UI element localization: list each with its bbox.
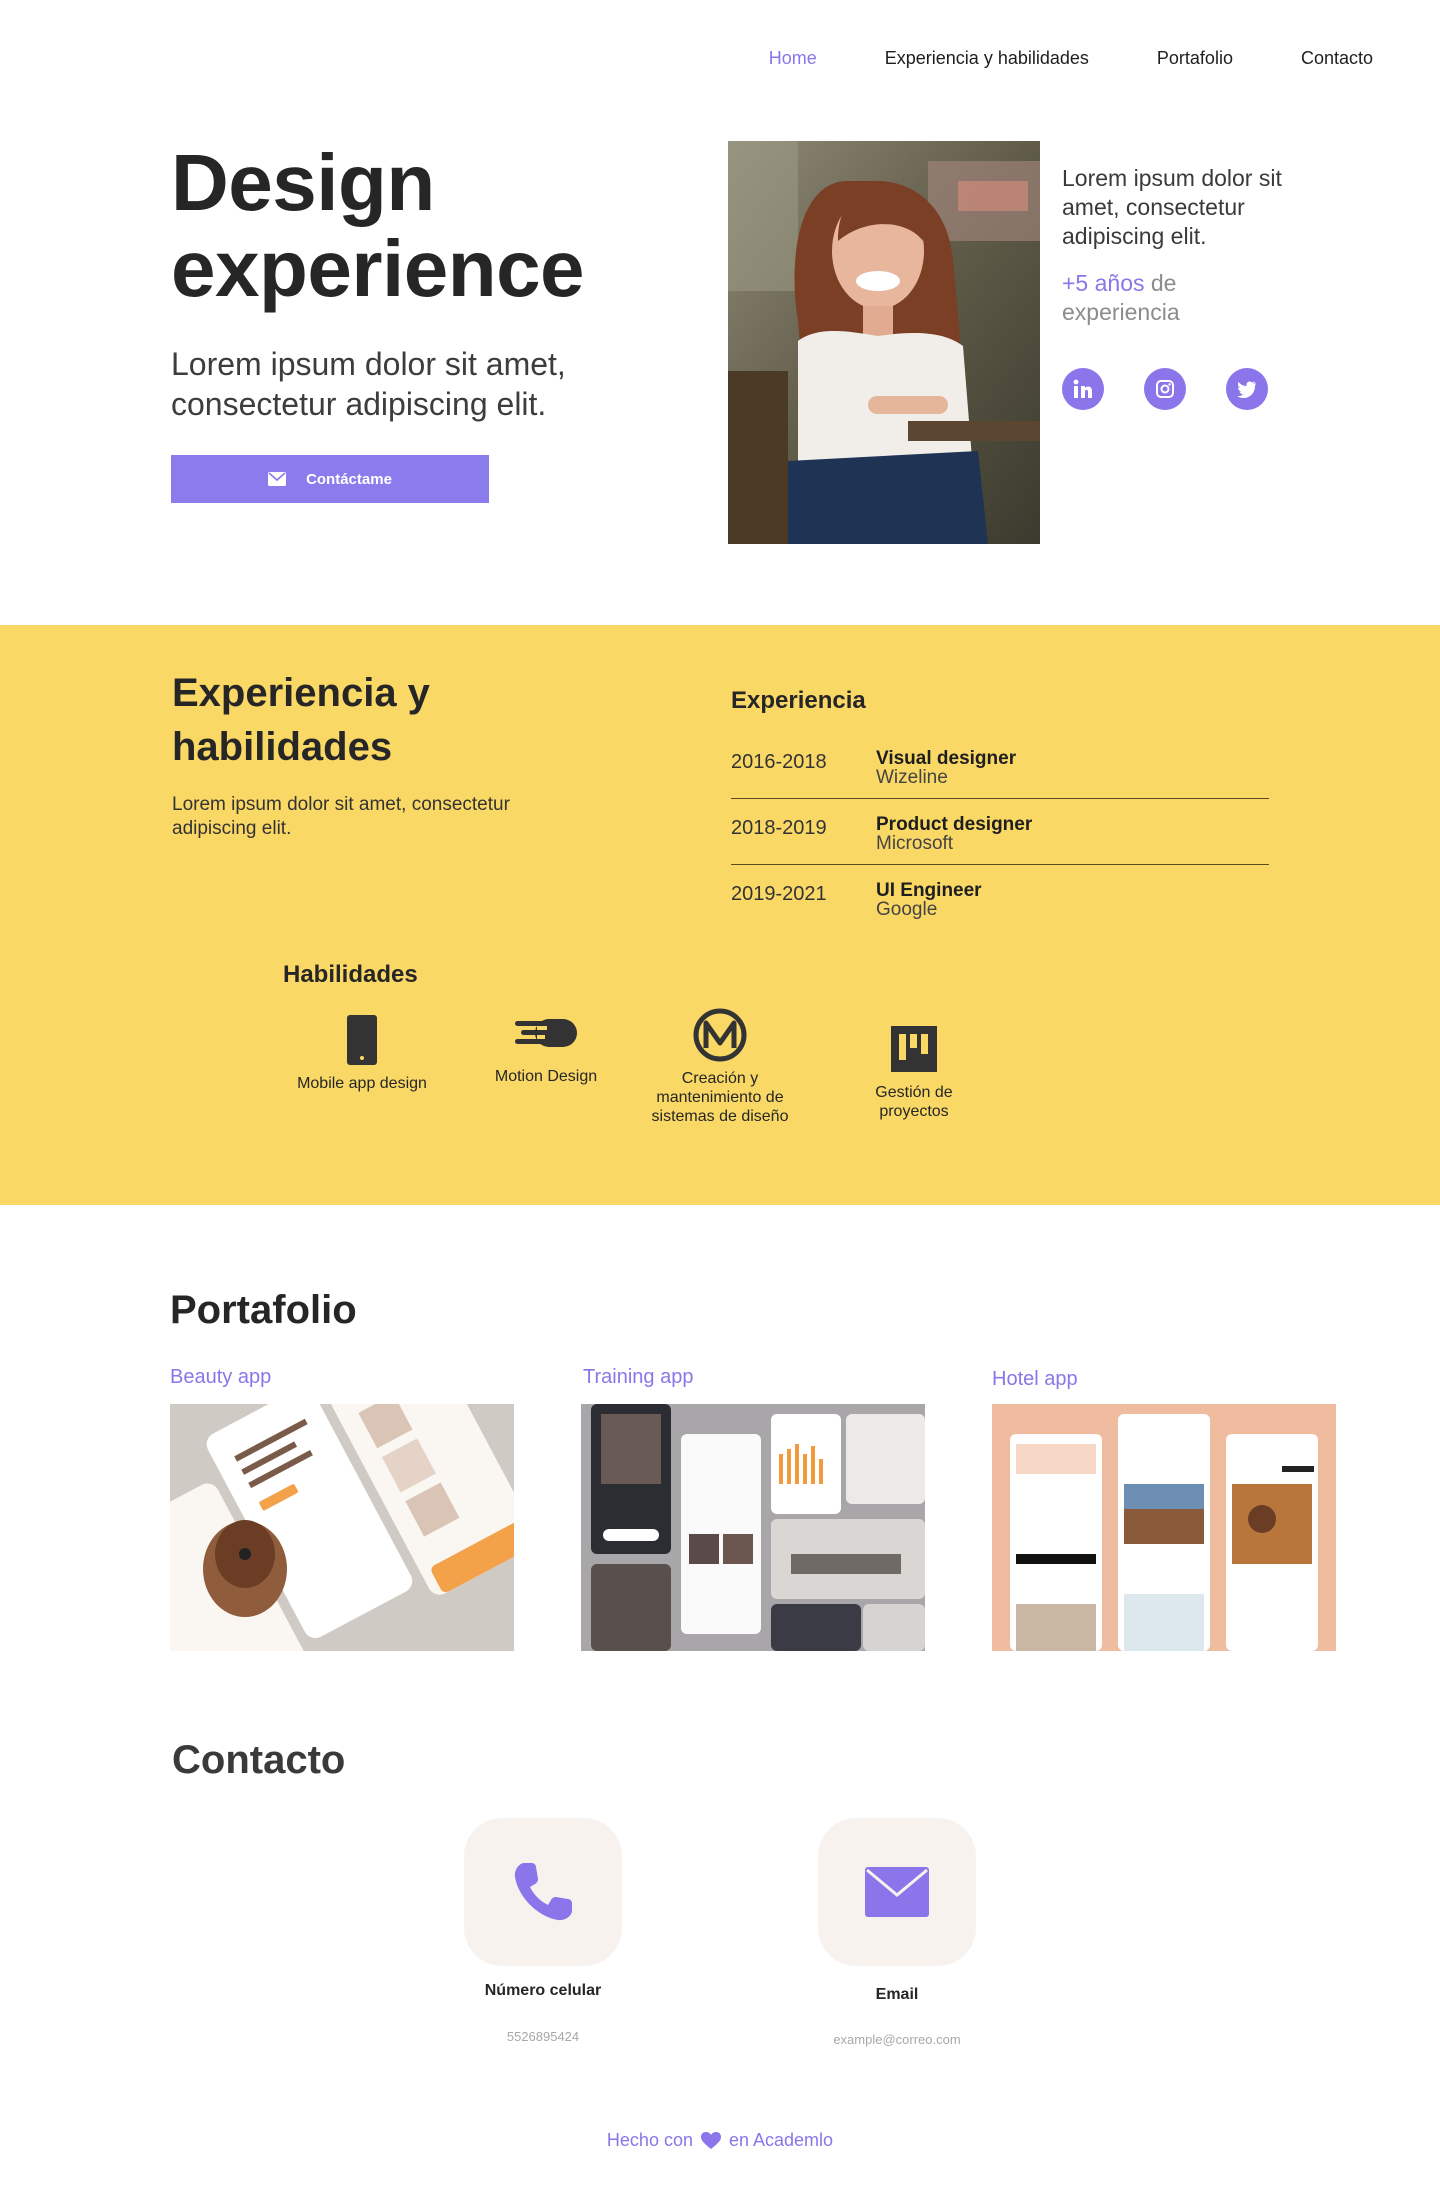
job-years: 2016-2018 [731,751,827,773]
portfolio-card-hotel[interactable] [992,1404,1336,1651]
job-company: Google [876,899,938,920]
mail-icon [268,472,287,486]
job-company: Wizeline [876,767,948,788]
skill-item: Gestión de proyectos [844,1019,984,1121]
motion-icon [476,1003,616,1063]
skill-label: Mobile app design [297,1075,427,1092]
hero-title: Design experience [171,138,585,313]
footer-text-after: en Academlo [728,2130,834,2150]
job-years: 2018-2019 [731,817,827,839]
email-icon [865,1867,929,1917]
design-system-icon [633,1005,807,1065]
job-role: Visual designer [876,748,1017,769]
instagram-icon[interactable] [1144,368,1186,410]
hero-title-line2: experience [171,224,585,313]
experience-list-title: Experiencia [731,687,866,714]
portfolio-label-hotel[interactable]: Hotel app [992,1368,1078,1391]
portfolio-card-training[interactable] [581,1404,925,1651]
years-experience: +5 años de experiencia [1062,269,1292,327]
linkedin-icon[interactable] [1062,368,1104,410]
experience-description: Lorem ipsum dolor sit amet, consectetur … [172,794,510,839]
job-row: 2018-2019 Product designer Microsoft [731,799,1269,865]
job-role: Product designer [876,814,1033,835]
email-tile[interactable] [818,1818,976,1966]
nav-portafolio[interactable]: Portafolio [1157,48,1233,69]
email-value[interactable]: example@correo.com [777,2032,1017,2047]
social-links [1062,368,1268,410]
hero-subtitle: Lorem ipsum dolor sit amet, consectetur … [171,346,566,422]
job-row: 2019-2021 UI Engineer Google [731,865,1269,931]
portfolio-title: Portafolio [170,1288,357,1332]
job-row: 2016-2018 Visual designer Wizeline [731,733,1269,799]
experience-section: Experiencia y habilidades Lorem ipsum do… [0,625,1440,1205]
experience-title: Experiencia y habilidades [172,671,430,769]
phone-icon [514,1863,572,1921]
skill-item: Creación y mantenimiento de sistemas de … [633,1005,807,1126]
job-role: UI Engineer [876,880,982,901]
profile-photo [728,141,1040,544]
footer: Hecho con en Academlo [0,2130,1440,2151]
contact-button-label: Contáctame [306,470,392,488]
skill-item: Mobile app design [282,1010,442,1093]
nav-experiencia[interactable]: Experiencia y habilidades [885,48,1089,69]
skill-label: Gestión de proyectos [875,1084,953,1120]
years-accent: +5 años [1062,270,1145,296]
hero-intro: Lorem ipsum dolor sit amet, consectetur … [1062,165,1282,249]
top-nav: Home Experiencia y habilidades Portafoli… [769,48,1373,69]
skill-item: Motion Design [476,1003,616,1086]
twitter-icon[interactable] [1226,368,1268,410]
portfolio-label-training[interactable]: Training app [583,1366,693,1389]
phone-label: Número celular [484,1982,602,1999]
skill-label: Creación y mantenimiento de sistemas de … [651,1070,789,1125]
job-years: 2019-2021 [731,883,827,905]
nav-contacto[interactable]: Contacto [1301,48,1373,69]
phone-value[interactable]: 5526895424 [423,2029,663,2044]
job-company: Microsoft [876,833,954,854]
portfolio-card-beauty[interactable] [170,1404,514,1651]
skill-label: Motion Design [494,1068,598,1085]
nav-home[interactable]: Home [769,48,817,69]
portfolio-label-beauty[interactable]: Beauty app [170,1366,271,1389]
mobile-icon [282,1010,442,1070]
heart-icon [700,2131,721,2149]
contact-button[interactable]: Contáctame [171,455,489,503]
skills-title: Habilidades [283,961,418,988]
project-board-icon [844,1019,984,1079]
hero-side: Lorem ipsum dolor sit amet, consectetur … [1062,164,1292,327]
hero-title-line1: Design [171,138,435,227]
phone-tile[interactable] [464,1818,622,1966]
email-label: Email [875,1986,919,2003]
contact-title: Contacto [172,1738,346,1782]
footer-text-before: Hecho con [606,2130,693,2150]
